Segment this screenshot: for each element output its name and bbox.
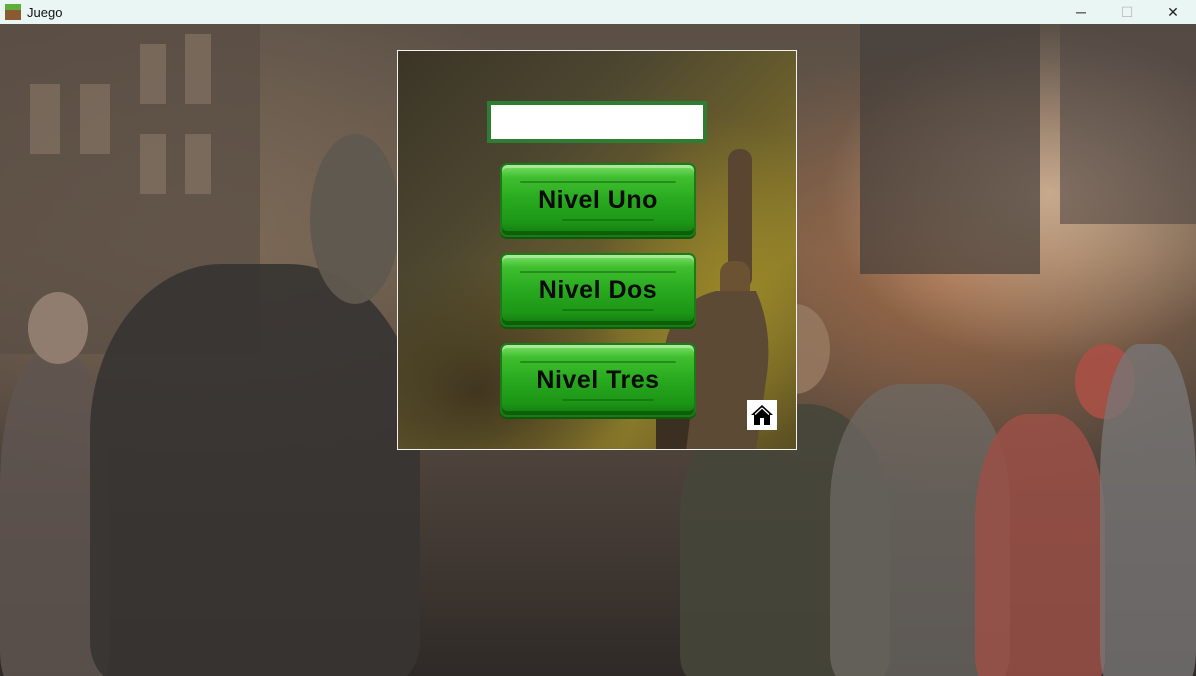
home-button[interactable]	[747, 400, 777, 430]
window-titlebar: Juego ─ ☐ ✕	[0, 0, 1196, 24]
player-name-input[interactable]	[487, 101, 707, 143]
level-three-label: Nivel Tres	[536, 365, 660, 394]
level-two-label: Nivel Dos	[538, 275, 658, 304]
grass-block-icon	[5, 4, 21, 20]
level-one-button[interactable]: Nivel Uno	[500, 163, 696, 237]
level-two-button[interactable]: Nivel Dos	[500, 253, 696, 327]
window-controls: ─ ☐ ✕	[1058, 0, 1196, 24]
level-select-panel: Nivel Uno Nivel Dos Nivel Tres	[397, 50, 797, 450]
level-one-label: Nivel Uno	[538, 185, 658, 214]
window-title: Juego	[27, 4, 63, 20]
minimize-button[interactable]: ─	[1058, 0, 1104, 24]
maximize-button[interactable]: ☐	[1104, 0, 1150, 24]
level-three-button[interactable]: Nivel Tres	[500, 343, 696, 417]
home-icon	[751, 405, 773, 425]
close-button[interactable]: ✕	[1150, 0, 1196, 24]
